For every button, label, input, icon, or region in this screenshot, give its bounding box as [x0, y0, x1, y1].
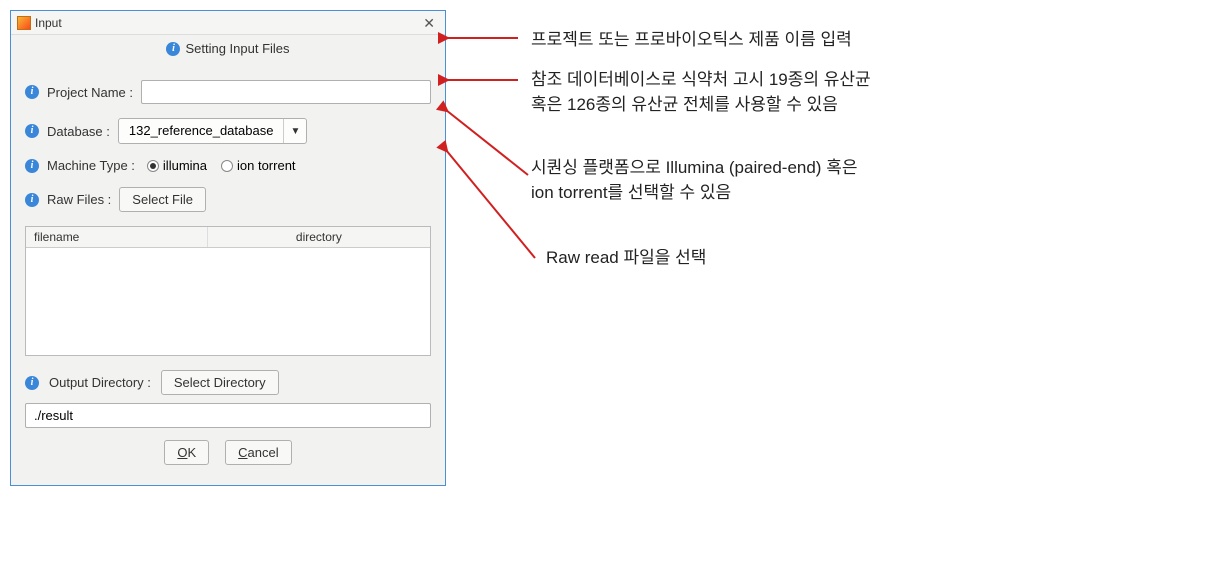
annotation-database: 참조 데이터베이스로 식약처 고시 19종의 유산균 혹은 126종의 유산균 …: [531, 68, 871, 117]
output-path-display[interactable]: ./result: [25, 403, 431, 428]
cancel-button[interactable]: Cancel: [225, 440, 291, 465]
database-row: i Database : 132_reference_database ▼: [25, 118, 431, 144]
annotation-raw-files: Raw read 파일을 선택: [546, 246, 706, 271]
project-name-input[interactable]: [141, 80, 431, 104]
database-select[interactable]: 132_reference_database ▼: [118, 118, 308, 144]
info-icon: i: [25, 193, 39, 207]
raw-files-label: Raw Files :: [47, 192, 111, 207]
input-dialog: Input ✕ i Setting Input Files i Project …: [10, 10, 446, 486]
info-icon: i: [25, 376, 39, 390]
database-value: 132_reference_database: [119, 119, 285, 143]
machine-type-row: i Machine Type : illumina ion torrent: [25, 158, 431, 173]
radio-ion-torrent[interactable]: ion torrent: [221, 158, 296, 173]
table-header-filename[interactable]: filename: [26, 227, 208, 247]
arrow-icon: [440, 90, 540, 190]
info-icon: i: [25, 124, 39, 138]
dialog-subtitle: i Setting Input Files: [11, 35, 445, 62]
select-file-button[interactable]: Select File: [119, 187, 206, 212]
chevron-down-icon: ▼: [284, 126, 306, 137]
annotation-text: 시퀀싱 플랫폼으로 Illumina (paired-end) 혹은: [531, 156, 857, 181]
database-label: Database :: [47, 124, 110, 139]
project-name-row: i Project Name :: [25, 80, 431, 104]
annotation-text: 혹은 126종의 유산균 전체를 사용할 수 있음: [531, 93, 871, 118]
select-directory-button[interactable]: Select Directory: [161, 370, 279, 395]
annotation-text: 참조 데이터베이스로 식약처 고시 19종의 유산균: [531, 68, 871, 93]
table-header-directory[interactable]: directory: [208, 227, 430, 247]
arrow-icon: [440, 28, 530, 48]
title-bar: Input ✕: [11, 11, 445, 35]
info-icon: i: [166, 42, 180, 56]
annotation-project-name: 프로젝트 또는 프로바이오틱스 제품 이름 입력: [531, 28, 852, 53]
window-title: Input: [35, 16, 62, 30]
close-icon[interactable]: ✕: [419, 16, 439, 30]
info-icon: i: [25, 159, 39, 173]
annotation-area: 프로젝트 또는 프로바이오틱스 제품 이름 입력 참조 데이터베이스로 식약처 …: [446, 10, 1198, 64]
machine-type-label: Machine Type :: [47, 158, 135, 173]
file-table: filename directory: [25, 226, 431, 356]
project-name-label: Project Name :: [47, 85, 133, 100]
app-icon: [17, 16, 31, 30]
radio-illumina[interactable]: illumina: [147, 158, 207, 173]
info-icon: i: [25, 85, 39, 99]
radio-ion-torrent-label: ion torrent: [237, 158, 296, 173]
subtitle-text: Setting Input Files: [185, 41, 289, 56]
raw-files-row: i Raw Files : Select File: [25, 187, 431, 212]
ok-button[interactable]: OK: [164, 440, 209, 465]
arrow-icon: [440, 70, 530, 90]
annotation-text: ion torrent를 선택할 수 있음: [531, 181, 857, 206]
radio-illumina-label: illumina: [163, 158, 207, 173]
annotation-machine-type: 시퀀싱 플랫폼으로 Illumina (paired-end) 혹은 ion t…: [531, 156, 857, 205]
output-directory-row: i Output Directory : Select Directory: [25, 370, 431, 395]
output-directory-label: Output Directory :: [49, 375, 151, 390]
